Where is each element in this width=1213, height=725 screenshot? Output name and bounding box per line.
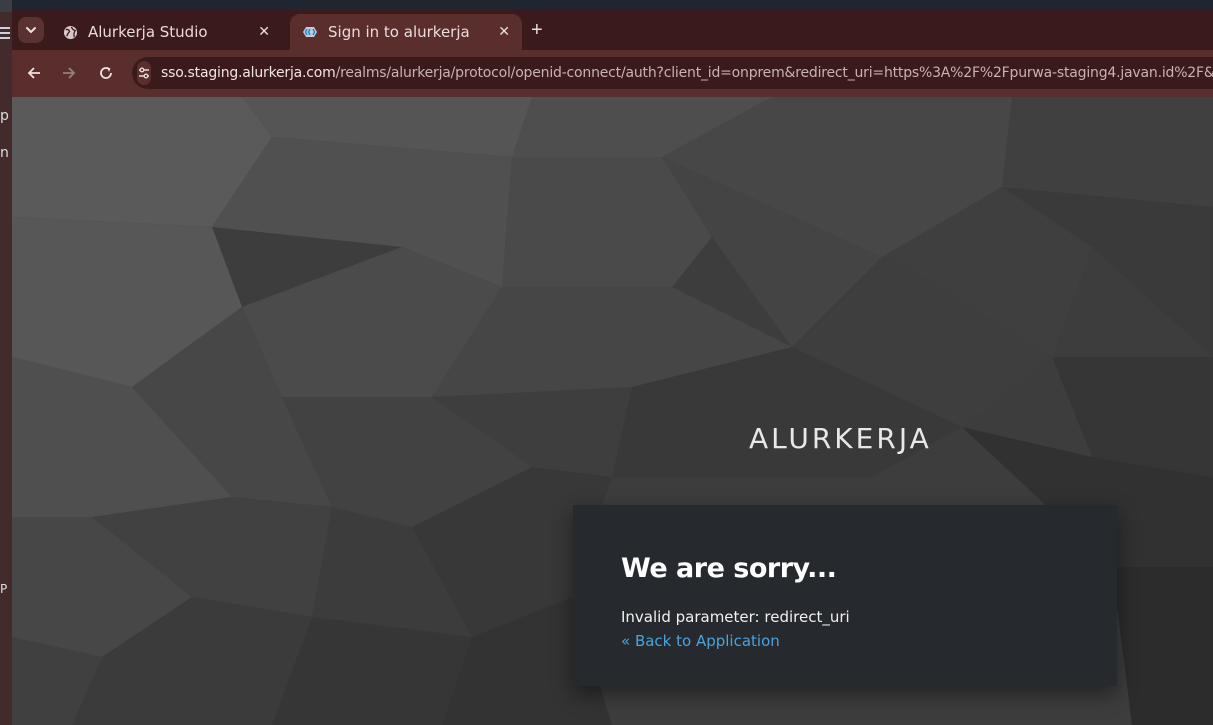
url-text: sso.staging.alurkerja.com/realms/alurker…: [161, 65, 1213, 81]
tab-search-button[interactable]: [18, 17, 44, 43]
browser-window: Alurkerja Studio ✕ Sign in to alurkerja …: [12, 10, 1213, 725]
page-content: ALURKERJA We are sorry... Invalid parame…: [12, 97, 1213, 725]
error-card: We are sorry... Invalid parameter: redir…: [573, 505, 1117, 686]
arrow-left-icon: [27, 67, 40, 79]
close-tab-icon[interactable]: ✕: [258, 24, 270, 40]
arrow-right-icon: [63, 67, 76, 79]
browser-toolbar: sso.staging.alurkerja.com/realms/alurker…: [12, 50, 1213, 97]
new-tab-button[interactable]: +: [531, 19, 543, 42]
address-bar[interactable]: sso.staging.alurkerja.com/realms/alurker…: [132, 57, 1213, 89]
background-text-fragment: n: [0, 145, 9, 161]
tab-title: Sign in to alurkerja: [328, 23, 470, 41]
keycloak-icon: [302, 24, 318, 40]
back-button[interactable]: [22, 61, 46, 85]
tab-alurkerja-studio[interactable]: Alurkerja Studio ✕: [50, 14, 282, 50]
close-tab-icon[interactable]: ✕: [498, 24, 510, 40]
tune-icon: [139, 67, 149, 79]
chevron-down-icon: [26, 27, 36, 34]
background-window: p n P: [0, 0, 12, 725]
error-message: Invalid parameter: redirect_uri: [621, 608, 850, 626]
background-text-fragment: P: [0, 582, 8, 596]
error-title: We are sorry...: [621, 553, 837, 584]
reload-icon: [100, 67, 112, 79]
site-info-button[interactable]: [137, 61, 151, 85]
background-text-fragment: p: [0, 108, 9, 124]
globe-icon: [62, 24, 78, 40]
brand-header: ALURKERJA: [749, 422, 932, 455]
reload-button[interactable]: [94, 61, 118, 85]
back-to-application-link[interactable]: « Back to Application: [621, 632, 780, 650]
url-path: /realms/alurkerja/protocol/openid-connec…: [335, 65, 1213, 81]
url-host: sso.staging.alurkerja.com: [161, 65, 336, 81]
tab-strip: Alurkerja Studio ✕ Sign in to alurkerja …: [12, 10, 1213, 50]
tab-sign-in[interactable]: Sign in to alurkerja ✕: [290, 14, 522, 50]
tab-title: Alurkerja Studio: [88, 23, 208, 41]
hamburger-menu-icon[interactable]: [0, 24, 12, 42]
forward-button[interactable]: [57, 61, 81, 85]
